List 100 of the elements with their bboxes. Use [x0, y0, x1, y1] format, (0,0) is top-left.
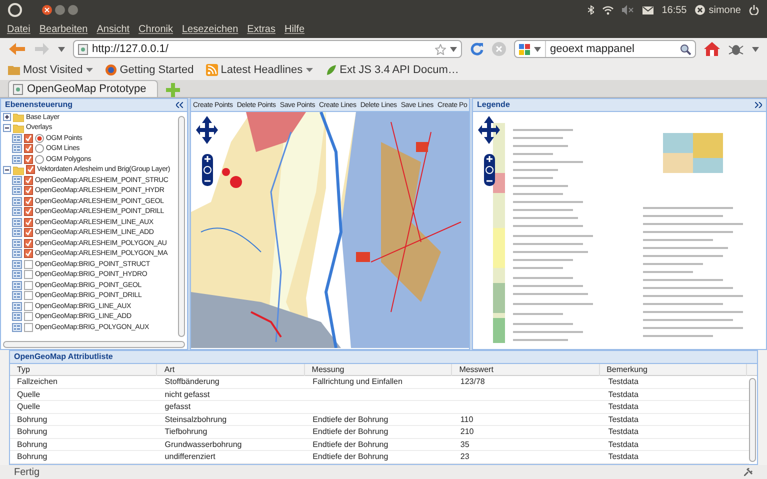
dropdown-caret-icon[interactable]	[534, 46, 541, 52]
menu-item[interactable]: Extras	[247, 22, 276, 36]
menu-item[interactable]: Lesezeichen	[182, 22, 238, 36]
clock-text[interactable]: 16:55	[662, 2, 687, 18]
user-menu[interactable]: simone	[694, 2, 741, 18]
folder-icon	[8, 64, 20, 76]
reload-icon[interactable]	[470, 42, 484, 56]
panel-title: OpenGeoMap Attributliste	[14, 351, 113, 363]
checkbox-checked[interactable]	[24, 249, 33, 258]
checkbox-checked[interactable]	[24, 228, 33, 238]
radio-button[interactable]	[35, 144, 44, 154]
close-icon[interactable]	[42, 5, 52, 15]
table-cell-text: Testdata	[607, 451, 640, 463]
dropdown-caret-icon[interactable]	[450, 46, 457, 52]
bug-icon[interactable]	[728, 42, 744, 56]
checkbox-checked[interactable]	[26, 165, 35, 174]
checkbox[interactable]	[24, 291, 33, 300]
column-header[interactable]: Messwert	[452, 364, 600, 376]
legend-icon[interactable]	[12, 260, 22, 269]
speaker-muted-icon[interactable]	[622, 5, 634, 15]
scrollbar[interactable]	[178, 116, 185, 337]
radio-button-selected[interactable]	[35, 134, 44, 143]
expand-button[interactable]	[755, 102, 762, 108]
legend-icon[interactable]	[12, 154, 22, 164]
checkbox-checked[interactable]	[24, 218, 33, 227]
checkbox-checked[interactable]	[24, 186, 33, 196]
table-cell-text: Testdata	[607, 388, 640, 400]
legend-icon[interactable]	[12, 207, 22, 216]
checkbox-checked[interactable]	[24, 176, 33, 185]
menu-item[interactable]: Bearbeiten	[39, 22, 88, 36]
menu-item[interactable]: Datei	[7, 22, 30, 36]
legend-icon[interactable]	[12, 186, 22, 196]
legend-icon[interactable]	[12, 144, 22, 154]
radio-button[interactable]	[35, 154, 44, 164]
checkbox-checked[interactable]	[24, 207, 33, 216]
legend-icon[interactable]	[12, 312, 22, 322]
legend-icon[interactable]	[12, 238, 22, 248]
bookmark-item[interactable]: Getting Started	[104, 62, 194, 78]
home-icon[interactable]	[704, 42, 720, 56]
envelope-icon[interactable]	[642, 6, 654, 14]
menu-item[interactable]: Chronik	[138, 22, 173, 36]
dropdown-caret-icon[interactable]	[58, 46, 65, 52]
legend-icon[interactable]	[12, 249, 22, 258]
checkbox-checked[interactable]	[24, 238, 33, 248]
wifi-icon[interactable]	[602, 5, 614, 15]
collapse-icon[interactable]	[3, 124, 11, 132]
checkbox-checked[interactable]	[24, 154, 33, 164]
leaf-icon	[324, 64, 337, 76]
checkbox-checked[interactable]	[24, 134, 33, 143]
legend-icon[interactable]	[12, 218, 22, 227]
checkbox[interactable]	[24, 260, 33, 269]
scrollbar[interactable]	[749, 378, 756, 462]
column-header[interactable]: Bemerkung	[600, 364, 747, 376]
legend-icon[interactable]	[12, 270, 22, 280]
bookmark-item[interactable]: Ext JS 3.4 API Docum…	[324, 62, 459, 78]
bluetooth-icon[interactable]	[588, 5, 594, 15]
browser-tab[interactable]: OpenGeoMap Prototype	[8, 80, 158, 97]
geological-map-drawing[interactable]	[191, 112, 469, 348]
checkbox[interactable]	[24, 270, 33, 280]
zoom-control-icon[interactable]	[202, 154, 213, 186]
column-header[interactable]: Messung	[304, 364, 452, 376]
search-icon[interactable]	[680, 44, 691, 54]
bookmark-item[interactable]: Latest Headlines	[206, 62, 313, 78]
menu-item[interactable]: Hilfe	[284, 22, 305, 36]
power-icon[interactable]	[749, 5, 759, 15]
legend-icon[interactable]	[12, 134, 22, 143]
checkbox[interactable]	[24, 312, 33, 322]
table-cell-text: Quelle	[16, 388, 42, 400]
legend-icon[interactable]	[12, 176, 22, 185]
url-field[interactable]: http://127.0.0.1/	[73, 40, 462, 58]
maximize-icon[interactable]	[68, 5, 78, 15]
table-cell-text: 35	[459, 438, 470, 450]
checkbox[interactable]	[24, 302, 33, 311]
menu-item[interactable]: Ansicht	[96, 22, 130, 36]
checkbox-checked[interactable]	[24, 144, 33, 154]
column-header[interactable]: Typ	[10, 364, 158, 376]
expand-icon[interactable]	[3, 113, 11, 122]
checkbox[interactable]	[24, 322, 33, 332]
search-engine-icon[interactable]	[519, 44, 530, 54]
table-cell-text: 123/78	[459, 376, 486, 388]
horizontal-scrollbar[interactable]	[3, 341, 185, 348]
dropdown-caret-icon[interactable]	[752, 46, 759, 52]
bookmark-item[interactable]: Most Visited	[8, 62, 93, 78]
search-field[interactable]: geoext mappanel	[514, 40, 696, 58]
table-cell-text: Testdata	[607, 376, 640, 388]
collapse-button[interactable]	[176, 102, 183, 108]
star-icon[interactable]	[435, 44, 446, 54]
legend-icon[interactable]	[12, 196, 22, 206]
legend-icon[interactable]	[12, 280, 22, 290]
legend-icon[interactable]	[12, 302, 22, 311]
checkbox-checked[interactable]	[24, 196, 33, 206]
ubuntu-logo-icon[interactable]	[8, 3, 22, 17]
legend-icon[interactable]	[12, 228, 22, 238]
collapse-icon[interactable]	[3, 166, 11, 174]
table-cell-text: nicht gefasst	[164, 388, 211, 400]
zoom-control-icon[interactable]	[484, 154, 495, 186]
legend-icon[interactable]	[12, 322, 22, 332]
checkbox[interactable]	[24, 280, 33, 290]
column-header[interactable]: Art	[157, 364, 305, 376]
legend-icon[interactable]	[12, 291, 22, 300]
